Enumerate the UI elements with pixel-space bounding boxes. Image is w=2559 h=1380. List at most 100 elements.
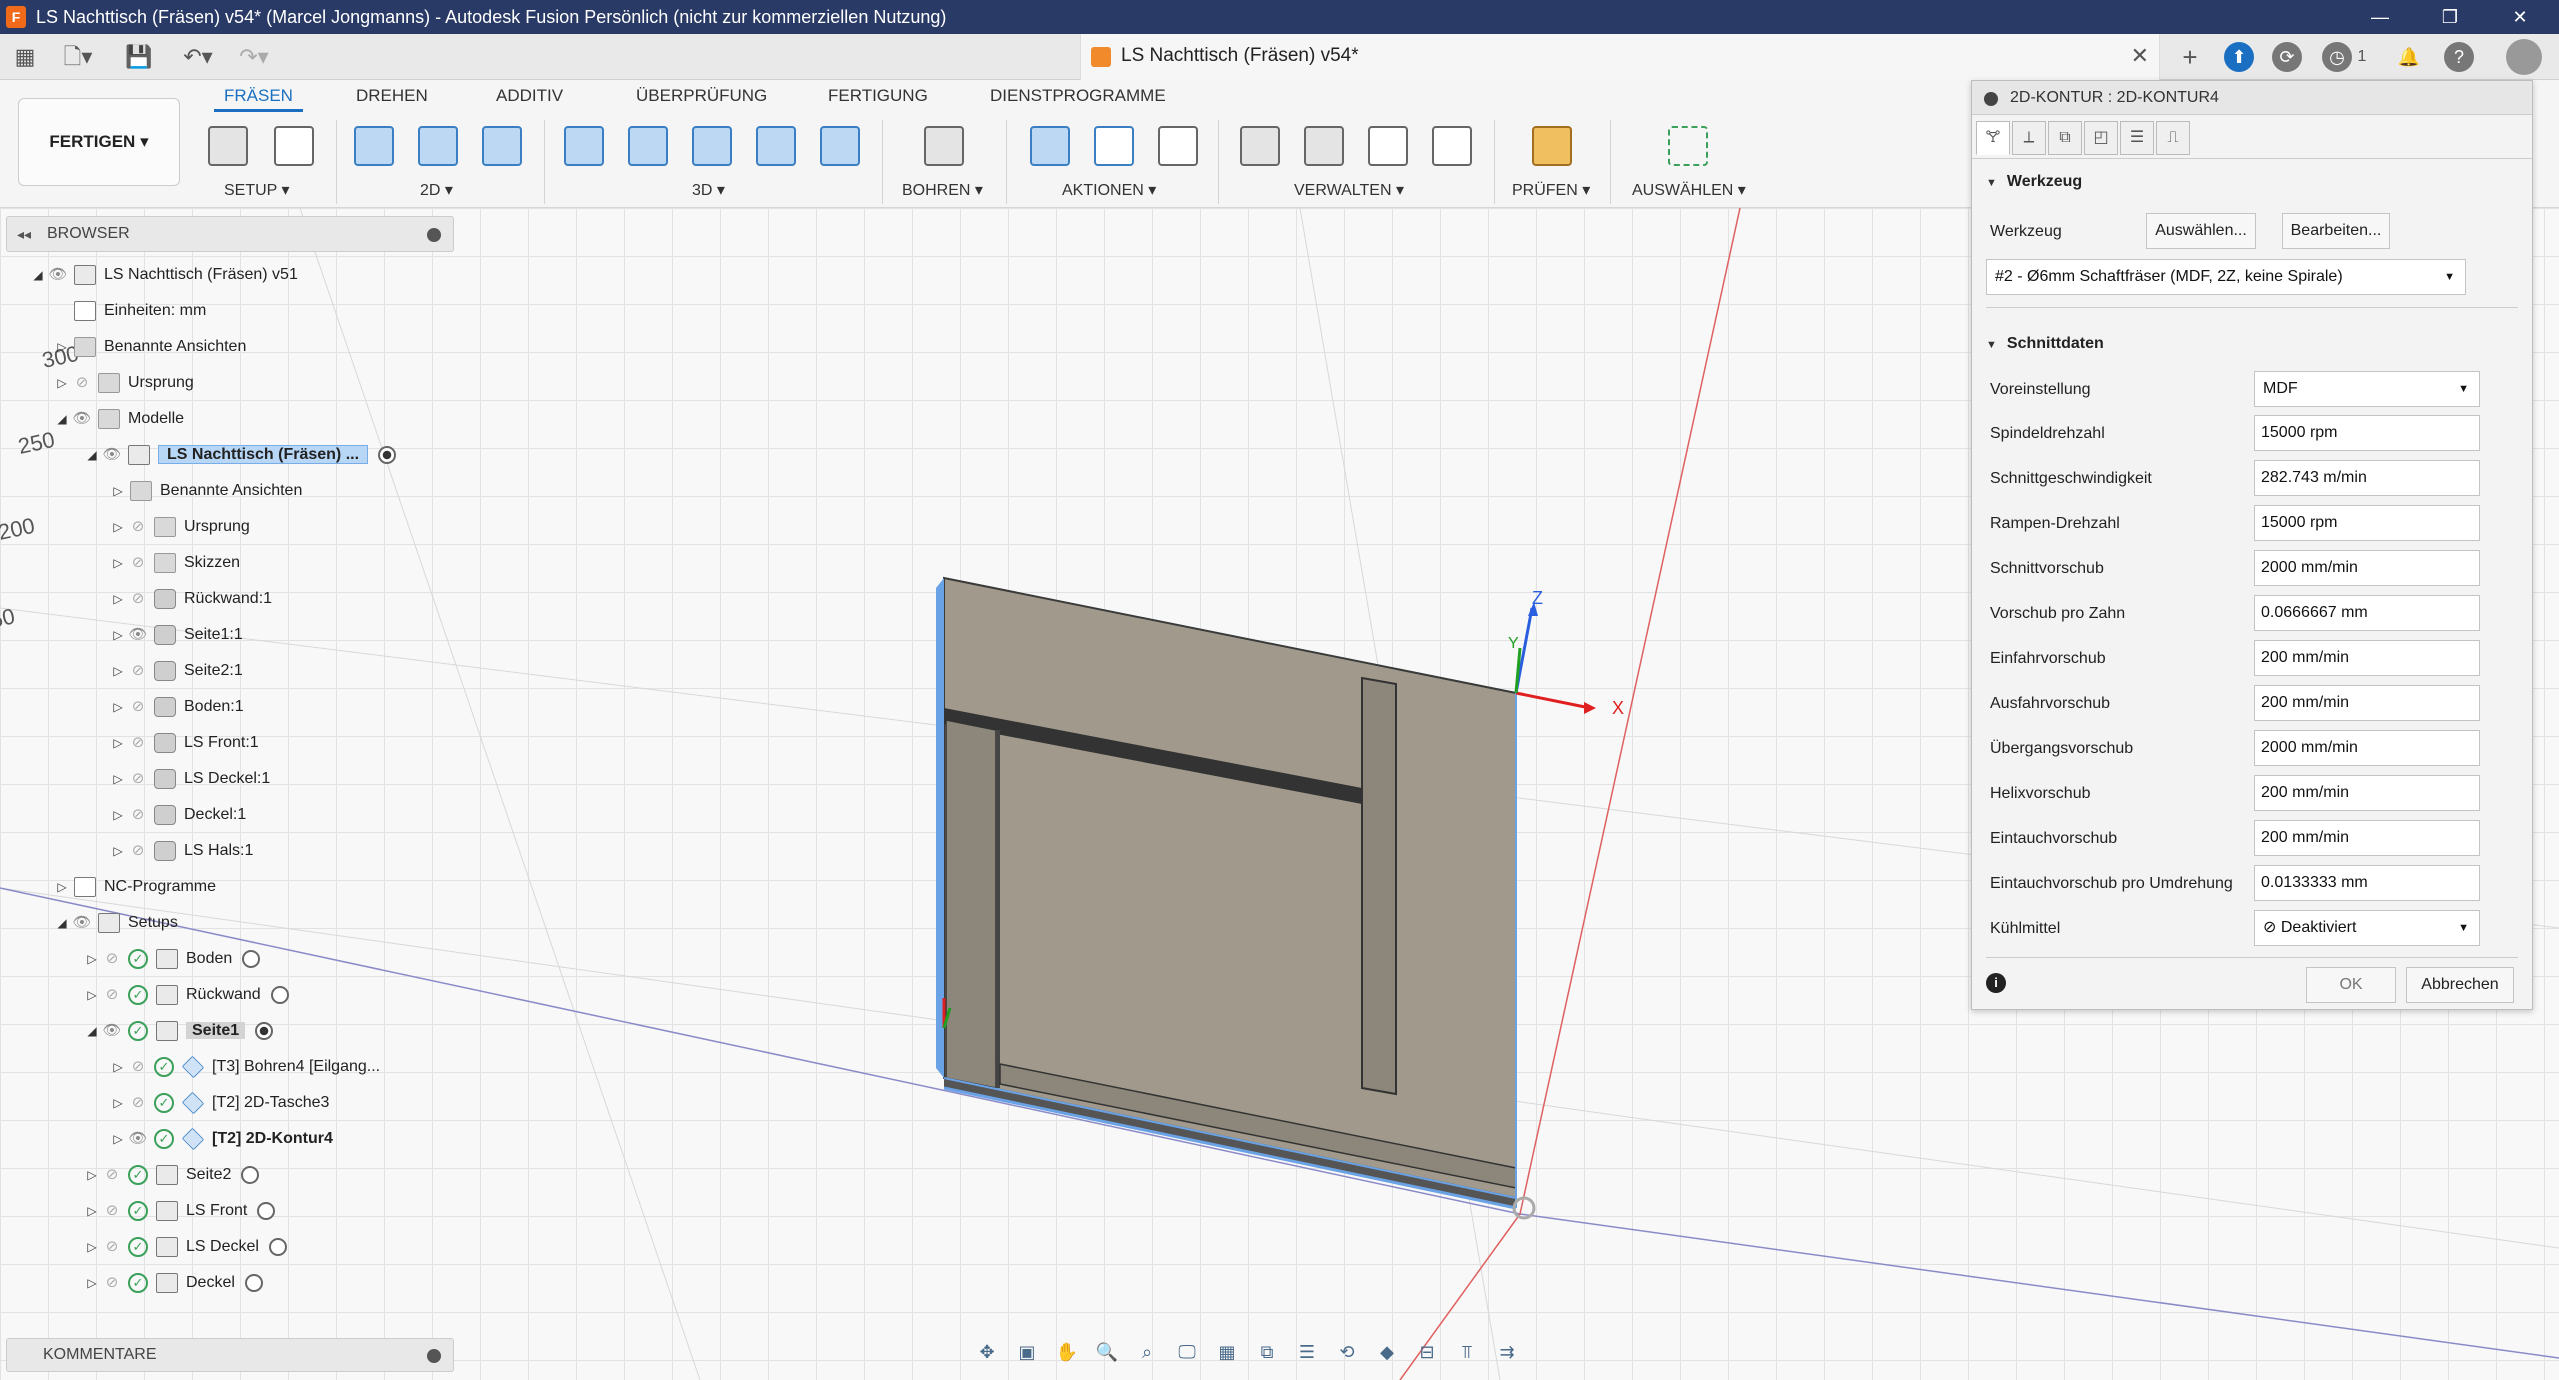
viewports-icon[interactable]: ⧉ — [1252, 1339, 1282, 1365]
tree-body[interactable]: ▷ ⊘ Boden:1 — [110, 690, 244, 724]
grid-menu-icon[interactable]: ▦ — [10, 42, 40, 72]
pan-icon[interactable]: ✋ — [1052, 1339, 1082, 1365]
notifications-icon[interactable]: 🔔 — [2394, 42, 2424, 72]
minimize-button[interactable]: — — [2350, 0, 2410, 34]
plunge-feed-input[interactable]: 200 mm/min — [2254, 820, 2480, 856]
tree-setup[interactable]: ▷ ⊘ ✓ LS Deckel — [84, 1230, 287, 1264]
browser-header[interactable]: ◂◂ BROWSER — [6, 216, 454, 252]
grid-settings-icon[interactable]: ▦ — [1212, 1339, 1242, 1365]
zoom-window-icon[interactable]: ⌕ — [1132, 1339, 1162, 1365]
tool-library-icon[interactable] — [1236, 122, 1284, 170]
tree-setup-active[interactable]: ◢ 👁 ✓ Seite1 — [84, 1014, 274, 1048]
tool-select[interactable]: #2 - Ø6mm Schaftfräser (MDF, 2Z, keine S… — [1986, 259, 2466, 295]
tree-setup[interactable]: ▷ ⊘ ✓ Boden — [84, 942, 261, 976]
plunge-per-rev-input[interactable]: 0.0133333 mm — [2254, 865, 2480, 901]
group-bohren[interactable]: BOHREN ▾ — [902, 180, 983, 200]
new-tab-icon[interactable]: + — [2172, 42, 2208, 72]
activate-radio[interactable] — [257, 1201, 276, 1220]
orbit-icon[interactable]: ✥ — [972, 1339, 1002, 1365]
sync-icon[interactable]: ⟳ — [2272, 42, 2302, 72]
3d-pocket-icon[interactable] — [624, 122, 672, 170]
lead-in-feed-input[interactable]: 200 mm/min — [2254, 640, 2480, 676]
comments-panel[interactable]: KOMMENTARE — [6, 1338, 454, 1372]
tab-simulation-icon[interactable]: ⎍ — [2156, 121, 2190, 155]
template-library-icon[interactable] — [1428, 122, 1476, 170]
rotate-icon[interactable]: ⟲ — [1332, 1339, 1362, 1365]
select-window-icon[interactable] — [1664, 122, 1712, 170]
3d-adaptive-icon[interactable] — [560, 122, 608, 170]
coolant-select[interactable]: ⊘ Deaktiviert — [2254, 910, 2480, 946]
workspace-switcher[interactable]: FERTIGEN ▾ — [18, 98, 180, 186]
activate-radio[interactable] — [242, 949, 261, 968]
3d-contour-icon[interactable] — [816, 122, 864, 170]
activate-radio[interactable] — [270, 985, 289, 1004]
post-library-icon[interactable] — [1364, 122, 1412, 170]
file-menu-icon[interactable]: 🗋▾ — [56, 42, 100, 72]
tree-operation[interactable]: ▷ ⊘ ✓ [T3] Bohren4 [Eilgang... — [110, 1050, 380, 1084]
effects-icon[interactable]: ◆ — [1372, 1339, 1402, 1365]
tab-dienstprogramme[interactable]: DIENSTPROGRAMME — [990, 86, 1166, 106]
display-settings-icon[interactable]: 🖵 — [1172, 1339, 1202, 1365]
activate-radio[interactable] — [241, 1165, 260, 1184]
section-schnittdaten[interactable]: Schnittdaten — [1986, 335, 2104, 353]
info-icon[interactable]: i — [1986, 973, 2006, 993]
simulate-icon[interactable] — [1026, 122, 1074, 170]
ok-button[interactable]: OK — [2306, 967, 2396, 1003]
tree-body[interactable]: ▷ ⊘ Rückwand:1 — [110, 582, 272, 616]
activate-radio[interactable] — [378, 445, 397, 464]
tree-setups[interactable]: ◢ 👁 Setups — [54, 906, 178, 940]
tab-additiv[interactable]: ADDITIV — [496, 86, 563, 106]
environment-icon[interactable]: ☰ — [1292, 1339, 1322, 1365]
tree-models[interactable]: ◢ 👁 Modelle — [54, 402, 184, 436]
activate-radio[interactable] — [244, 1273, 263, 1292]
tree-units[interactable]: Einheiten: mm — [70, 294, 206, 328]
tab-ueberpruefung[interactable]: ÜBERPRÜFUNG — [636, 86, 767, 106]
3d-scallop-icon[interactable] — [752, 122, 800, 170]
3d-steep-icon[interactable] — [688, 122, 736, 170]
tree-nc-programs[interactable]: ▷ NC-Programme — [54, 870, 216, 904]
tree-setup[interactable]: ▷ ⊘ ✓ LS Front — [84, 1194, 276, 1228]
tree-body[interactable]: ▷ ⊘ LS Hals:1 — [110, 834, 253, 868]
dialog-collapse-icon[interactable] — [1984, 92, 1998, 106]
tree-body[interactable]: ▷ 👁 Seite1:1 — [110, 618, 243, 652]
drill-icon[interactable] — [920, 122, 968, 170]
tab-drehen[interactable]: DREHEN — [356, 86, 428, 106]
transition-feed-input[interactable]: 2000 mm/min — [2254, 730, 2480, 766]
setup-sheet-icon[interactable] — [270, 122, 318, 170]
tree-body[interactable]: ▷ ⊘ Seite2:1 — [110, 654, 243, 688]
avatar[interactable] — [2506, 39, 2542, 75]
collapse-icon[interactable]: ◂◂ — [17, 217, 31, 251]
tree-named-views[interactable]: ▷ Benannte Ansichten — [54, 330, 246, 364]
tree-model-origin[interactable]: ▷ ⊘ Ursprung — [110, 510, 250, 544]
document-tab[interactable]: LS Nachttisch (Fräsen) v54* ✕ — [1080, 34, 2160, 80]
tree-origin[interactable]: ▷ ⊘ Ursprung — [54, 366, 194, 400]
close-window-button[interactable]: ✕ — [2490, 0, 2550, 34]
cancel-button[interactable]: Abbrechen — [2406, 967, 2514, 1003]
tree-model-named-views[interactable]: ▷ Benannte Ansichten — [110, 474, 302, 508]
extensions-icon[interactable]: ⬆ — [2224, 42, 2254, 72]
tab-heights-icon[interactable]: ⧉ — [2048, 121, 2082, 155]
tree-setup[interactable]: ▷ ⊘ ✓ Seite2 — [84, 1158, 260, 1192]
group-auswaehlen[interactable]: AUSWÄHLEN ▾ — [1632, 180, 1746, 200]
post-process-icon[interactable] — [1090, 122, 1138, 170]
redo-icon[interactable]: ↷▾ — [232, 42, 276, 72]
ramp-spindle-input[interactable]: 15000 rpm — [2254, 505, 2480, 541]
group-aktionen[interactable]: AKTIONEN ▾ — [1062, 180, 1156, 200]
2d-contour-icon[interactable] — [478, 122, 526, 170]
tree-root[interactable]: ◢ 👁 LS Nachttisch (Fräsen) v51 — [30, 258, 298, 292]
tree-model-selected[interactable]: ◢ 👁 LS Nachttisch (Fräsen) ... — [84, 438, 397, 472]
simulation-icon[interactable]: ⇉ — [1492, 1339, 1522, 1365]
tab-fertigung[interactable]: FERTIGUNG — [828, 86, 928, 106]
helix-feed-input[interactable]: 200 mm/min — [2254, 775, 2480, 811]
comments-add-icon[interactable] — [427, 1349, 441, 1363]
activate-radio[interactable] — [268, 1237, 287, 1256]
tree-body[interactable]: ▷ ⊘ LS Deckel:1 — [110, 762, 270, 796]
tree-body[interactable]: ▷ ⊘ Deckel:1 — [110, 798, 246, 832]
spindle-speed-input[interactable]: 15000 rpm — [2254, 415, 2480, 451]
tab-tool-icon[interactable]: 🝖 — [1976, 121, 2010, 155]
setup-sheet-doc-icon[interactable] — [1154, 122, 1202, 170]
edit-tool-button[interactable]: Bearbeiten... — [2282, 213, 2390, 249]
save-icon[interactable]: 💾 — [124, 42, 154, 72]
group-pruefen[interactable]: PRÜFEN ▾ — [1512, 180, 1590, 200]
tree-body[interactable]: ▷ ⊘ LS Front:1 — [110, 726, 259, 760]
